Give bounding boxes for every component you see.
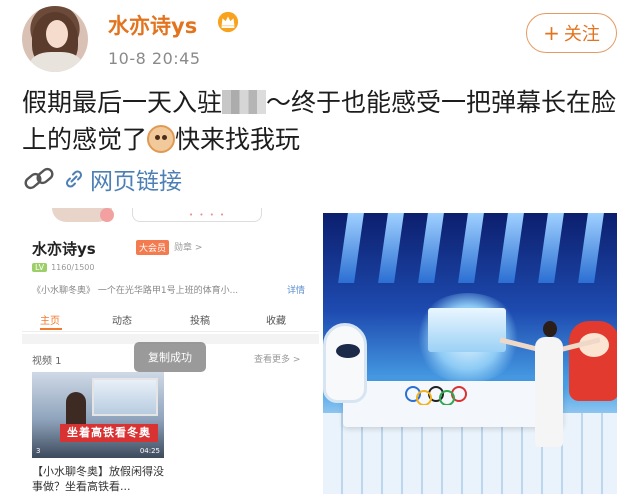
mini-tab-home: 主页 (40, 316, 60, 327)
plus-icon: + (543, 21, 560, 45)
author-avatar[interactable] (22, 6, 88, 72)
author-name[interactable]: 水亦诗ys (108, 10, 197, 40)
mini-tabs: 主页 动态 投稿 收藏 (22, 308, 319, 332)
mini-thumb-banner: 坐着高铁看冬奥 (60, 424, 158, 442)
post-image-left-screenshot[interactable]: • • • • 水亦诗ys 大会员 勋章 > LV 1160/1500 《小水聊冬… (22, 208, 319, 494)
mini-tab-dynamic: 动态 (112, 316, 132, 327)
mini-top-button: • • • • (132, 208, 262, 222)
mini-thumb-duration: 04:25 (139, 447, 160, 455)
mini-video-label: 视频 1 (32, 356, 62, 367)
mini-thumb-views: 3 (36, 447, 41, 455)
mini-detail-link: 详情 (287, 286, 306, 296)
follow-button[interactable]: + 关注 (526, 13, 617, 53)
mini-level-progress: 1160/1500 (51, 263, 95, 272)
mini-medal: 勋章 > (174, 243, 203, 253)
link-icon (65, 170, 83, 188)
web-link[interactable]: 网页链接 (22, 162, 182, 196)
web-link-label[interactable]: 网页链接 (90, 162, 182, 196)
mini-avatar-badge (100, 208, 114, 222)
mini-tab-underline (40, 328, 62, 330)
mini-level-badge: LV (32, 263, 48, 272)
crown-icon (217, 11, 239, 33)
mini-level: LV 1160/1500 (32, 263, 94, 272)
post-text-part1: 假期最后一天入驻 (22, 88, 223, 117)
censored-blur (222, 90, 267, 114)
mini-video-caption: 【小水聊冬奥】放假闲得没事做？坐看高铁看... (32, 465, 164, 493)
copy-success-toast: 复制成功 (134, 342, 206, 372)
display-screen (428, 308, 506, 352)
cat-face-emoji-icon (147, 125, 176, 153)
mini-video-thumbnail: 坐着高铁看冬奥 3 04:25 (32, 372, 164, 458)
mini-tab-posts: 投稿 (190, 316, 210, 327)
post-text: 假期最后一天入驻 ～终于也能感受一把弹幕长在脸上的感觉了 快来找我玩 (22, 84, 622, 158)
mascot-bing-dwen-dwen (323, 323, 367, 403)
person (543, 321, 557, 337)
post-timestamp: 10-8 20:45 (108, 49, 201, 68)
post-image-right-photo[interactable] (323, 213, 617, 494)
mascot-shuey-rhon-rhon (569, 321, 617, 401)
follow-label: 关注 (563, 24, 600, 45)
chain-link-icon (24, 167, 54, 190)
mini-intro: 《小水聊冬奥》 一个在光华路甲1号上班的体育小... (32, 286, 239, 296)
mini-vip-badge: 大会员 (136, 240, 170, 255)
olympic-rings-icon (405, 386, 467, 405)
mini-username: 水亦诗ys (32, 240, 96, 258)
mini-tab-favorites: 收藏 (266, 316, 286, 327)
mini-more-link: 查看更多 > (254, 355, 301, 365)
post-text-part3: 快来找我玩 (175, 125, 301, 154)
